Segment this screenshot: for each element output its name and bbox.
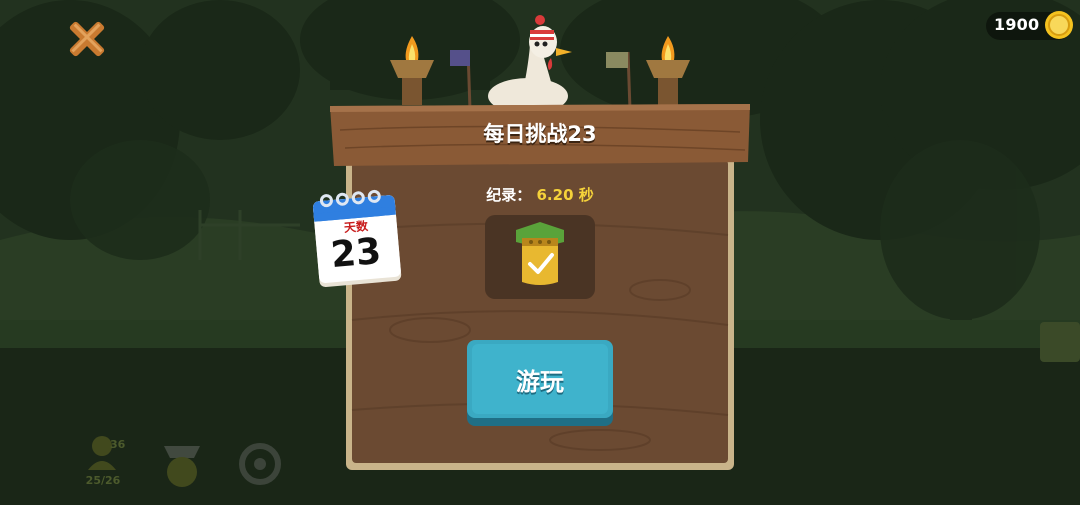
coin-icon: [1045, 11, 1073, 39]
calendar-day: 23: [329, 230, 383, 277]
play-button[interactable]: 游玩: [467, 340, 613, 426]
close-button[interactable]: [62, 14, 112, 64]
character-progress: 25/26: [85, 474, 121, 487]
close-icon: [69, 21, 105, 57]
play-button-label: 游玩: [516, 368, 564, 396]
record-label: 纪录：: [486, 186, 532, 204]
medal-icon: [516, 222, 564, 285]
game-scene: [0, 0, 1080, 505]
coin-amount: 1900: [994, 15, 1040, 34]
character-count-badge: 36: [110, 438, 126, 451]
record-line: 纪录： 6.20 秒: [350, 184, 730, 205]
dialog-title: 每日挑战23: [483, 122, 597, 146]
coin-counter: 1900: [986, 11, 1073, 40]
record-value: 6.20 秒: [536, 186, 594, 204]
